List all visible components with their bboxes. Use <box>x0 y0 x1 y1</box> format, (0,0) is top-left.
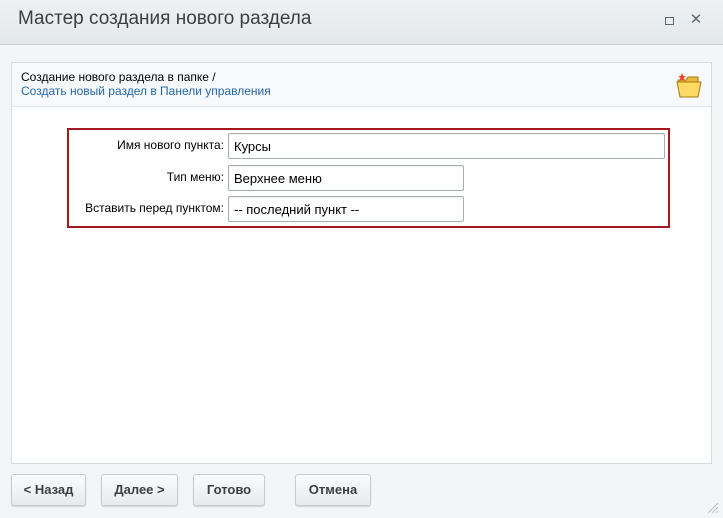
next-button[interactable]: Далее > <box>101 474 178 506</box>
close-icon: ✕ <box>689 11 703 28</box>
insert-before-select[interactable]: -- последний пункт -- <box>228 196 464 222</box>
control-panel-link[interactable]: Создать новый раздел в Панели управления <box>21 84 271 98</box>
item-name-input[interactable]: Курсы <box>228 133 665 159</box>
dialog-title: Мастер создания нового раздела <box>18 8 312 29</box>
menu-type-select[interactable]: Верхнее меню <box>228 165 464 191</box>
resize-grip-icon[interactable] <box>705 500 719 514</box>
cancel-button[interactable]: Отмена <box>295 474 371 506</box>
content-header: Создание нового раздела в папке / Создат… <box>12 63 711 107</box>
wizard-dialog: Мастер создания нового раздела ✕ Создани… <box>0 0 723 518</box>
insert-before-label: Вставить перед пунктом: <box>85 201 224 215</box>
maximize-button[interactable] <box>660 11 678 29</box>
item-name-label: Имя нового пункта: <box>117 138 224 152</box>
done-button[interactable]: Готово <box>193 474 265 506</box>
back-button[interactable]: < Назад <box>11 474 86 506</box>
new-folder-icon <box>676 73 702 98</box>
title-bar[interactable]: Мастер создания нового раздела ✕ <box>0 0 723 45</box>
close-button[interactable]: ✕ <box>687 11 705 29</box>
menu-type-label: Тип меню: <box>166 170 224 184</box>
create-in-folder-text: Создание нового раздела в папке / <box>21 70 216 84</box>
menu-item-form: Имя нового пункта: Курсы Тип меню: Верхн… <box>67 128 670 228</box>
content-panel: Создание нового раздела в папке / Создат… <box>11 62 712 464</box>
maximize-icon <box>664 17 674 26</box>
